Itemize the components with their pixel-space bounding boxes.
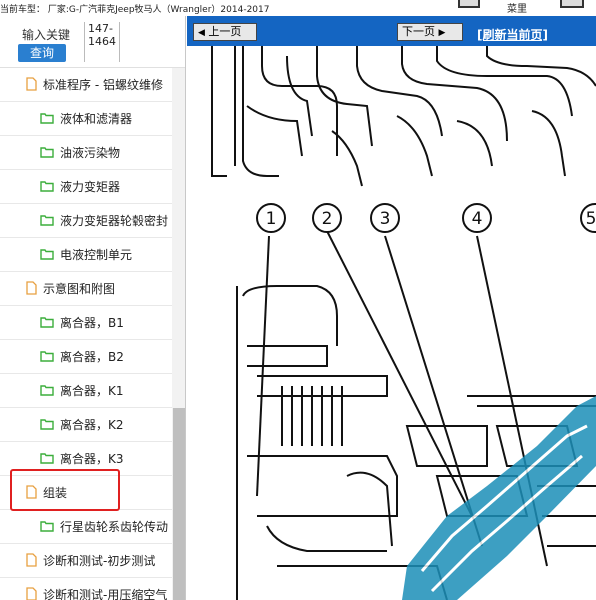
document-tree: 标准程序 - 铝螺纹维修液体和滤清器 油液污染物液力变矩器液力变矩器轮毂密封 电液控… bbox=[0, 68, 172, 600]
menu-button[interactable] bbox=[458, 0, 480, 8]
tree-item-label: 行星齿轮系齿轮传动 bbox=[60, 520, 169, 534]
search-label: 输入关键 bbox=[22, 28, 71, 42]
tree-item[interactable]: 液力变矩器 bbox=[0, 170, 172, 204]
scrollbar-thumb[interactable] bbox=[173, 408, 185, 600]
left-panel: 输入关键 147- 1464 查询 标准程序 - 铝螺纹维修液体和滤清器 油液污染… bbox=[0, 16, 186, 600]
tree-item[interactable]: 液体和滤清器 bbox=[0, 102, 172, 136]
top-status-bar: 当前车型： 厂家:G-广汽菲克Jeep牧马人（Wrangler）2014-201… bbox=[0, 0, 596, 16]
tree-item[interactable]: 行星齿轮系齿轮传动 bbox=[0, 510, 172, 544]
query-button[interactable]: 查询 bbox=[18, 44, 66, 62]
file-icon bbox=[26, 553, 37, 567]
scrollbar[interactable] bbox=[172, 68, 185, 600]
tree-item-label: 离合器，K2 bbox=[60, 418, 124, 432]
callout-5-label: 5 bbox=[586, 209, 596, 229]
tree-item-label: 液体和滤清器 bbox=[60, 112, 133, 126]
callout-3-label: 3 bbox=[380, 209, 391, 229]
callout-4-label: 4 bbox=[472, 209, 483, 229]
folder-icon bbox=[40, 317, 54, 328]
folder-icon bbox=[40, 181, 54, 192]
tree-item-label: 离合器，K1 bbox=[60, 384, 124, 398]
tree-item[interactable]: 示意图和附图 bbox=[0, 272, 172, 306]
tree-item[interactable]: 电液控制单元 bbox=[0, 238, 172, 272]
tree-item[interactable]: 诊断和测试-初步测试 bbox=[0, 544, 172, 578]
callout-2-label: 2 bbox=[322, 209, 333, 229]
folder-icon bbox=[40, 453, 54, 464]
page-nav-bar: ◀ 上一页 下一页 ▶ [刷新当前页] bbox=[187, 16, 596, 46]
tree-item-label: 标准程序 - 铝螺纹维修 bbox=[43, 78, 163, 92]
tree-item[interactable]: 离合器，K2 bbox=[0, 408, 172, 442]
right-arrow-icon: ▶ bbox=[438, 28, 446, 38]
tree-item[interactable]: 标准程序 - 铝螺纹维修 bbox=[0, 68, 172, 102]
tree-item-label: 液力变矩器 bbox=[60, 180, 121, 194]
folder-icon bbox=[40, 249, 54, 260]
search-input[interactable]: 147- 1464 bbox=[84, 22, 120, 62]
prev-page-button[interactable]: ◀ 上一页 bbox=[193, 23, 257, 41]
prev-page-label: 上一页 bbox=[208, 25, 242, 38]
tree-item[interactable]: 诊断和测试-用压缩空气 bbox=[0, 578, 172, 600]
content-panel: ◀ 上一页 下一页 ▶ [刷新当前页] 1 2 3 4 5 bbox=[187, 16, 596, 600]
left-arrow-icon: ◀ bbox=[198, 28, 205, 38]
selection-highlight bbox=[10, 469, 120, 511]
folder-icon bbox=[40, 147, 54, 158]
tree-item[interactable]: 油液污染物 bbox=[0, 136, 172, 170]
tree-item-label: 离合器，B2 bbox=[60, 350, 124, 364]
menu-label: 菜里 bbox=[507, 4, 527, 15]
callout-1-label: 1 bbox=[266, 209, 277, 229]
search-row: 输入关键 147- 1464 查询 bbox=[0, 16, 185, 68]
menu-button-2[interactable] bbox=[560, 0, 584, 8]
current-vehicle-text: 当前车型： 厂家:G-广汽菲克Jeep牧马人（Wrangler）2014-201… bbox=[0, 5, 270, 15]
next-page-button[interactable]: 下一页 ▶ bbox=[397, 23, 463, 41]
folder-icon bbox=[40, 385, 54, 396]
tree-item[interactable]: 离合器，B2 bbox=[0, 340, 172, 374]
tree-item-label: 液力变矩器轮毂密封 bbox=[60, 214, 169, 228]
folder-icon bbox=[40, 351, 54, 362]
tree-item[interactable]: 液力变矩器轮毂密封 bbox=[0, 204, 172, 238]
next-page-label: 下一页 bbox=[402, 25, 435, 38]
tree-item[interactable]: 离合器，B1 bbox=[0, 306, 172, 340]
folder-icon bbox=[40, 215, 54, 226]
transmission-diagram: 1 2 3 4 5 bbox=[187, 46, 596, 600]
tree-item-label: 电液控制单元 bbox=[60, 248, 133, 262]
tree-item-label: 示意图和附图 bbox=[43, 282, 116, 296]
file-icon bbox=[26, 587, 37, 600]
tree-item[interactable]: 离合器，K1 bbox=[0, 374, 172, 408]
refresh-page-link[interactable]: [刷新当前页] bbox=[477, 26, 548, 43]
diagram-svg: 1 2 3 4 5 bbox=[211, 46, 596, 600]
tree-item-label: 离合器，B1 bbox=[60, 316, 124, 330]
file-icon bbox=[26, 77, 37, 91]
file-icon bbox=[26, 281, 37, 295]
folder-icon bbox=[40, 113, 54, 124]
folder-icon bbox=[40, 419, 54, 430]
tree-item-label: 油液污染物 bbox=[60, 146, 121, 160]
folder-icon bbox=[40, 521, 54, 532]
tree-item-label: 诊断和测试-用压缩空气 bbox=[43, 588, 168, 600]
search-input-value: 147- 1464 bbox=[88, 22, 116, 48]
tree-item-label: 离合器，K3 bbox=[60, 452, 124, 466]
tree-item-label: 诊断和测试-初步测试 bbox=[43, 554, 156, 568]
